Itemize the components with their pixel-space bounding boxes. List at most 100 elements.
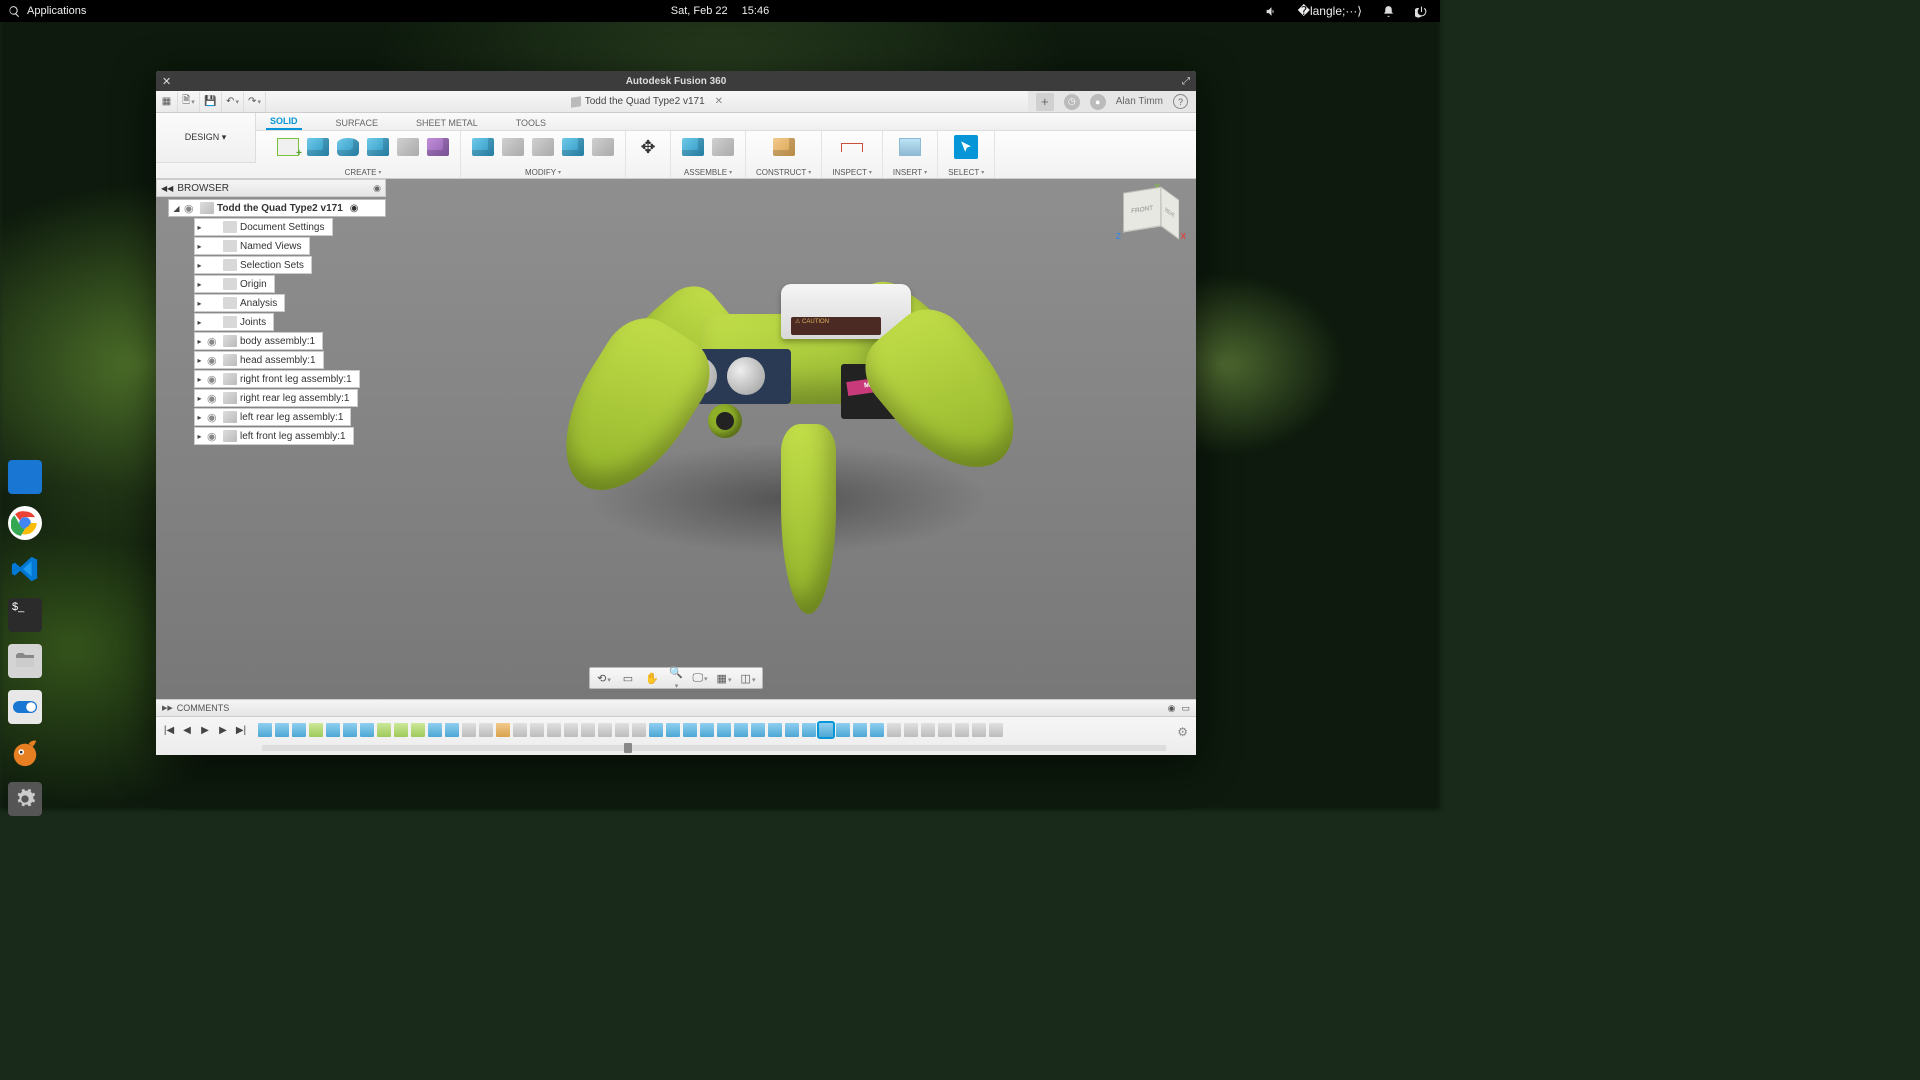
timeline-feature[interactable]	[326, 723, 340, 737]
window-titlebar[interactable]: ✕ Autodesk Fusion 360 ⤢	[156, 71, 1196, 91]
press-pull-button[interactable]	[471, 135, 495, 159]
timeline-feature[interactable]	[598, 723, 612, 737]
dock-terminal[interactable]: $_	[8, 598, 42, 632]
timeline-feature[interactable]	[972, 723, 986, 737]
browser-component[interactable]: ▸◉body assembly:1	[194, 332, 323, 350]
expand-icon[interactable]: ▸	[195, 242, 204, 251]
visibility-icon[interactable]: ◉	[207, 335, 220, 348]
timeline-feature[interactable]	[853, 723, 867, 737]
expand-icon[interactable]: ▸	[195, 356, 204, 365]
cylinder-tool-button[interactable]	[336, 135, 360, 159]
pan-button[interactable]: ✋	[644, 672, 660, 685]
combine-button[interactable]	[561, 135, 585, 159]
plane-button[interactable]	[772, 135, 796, 159]
redo-button[interactable]: ↷	[244, 92, 266, 112]
expand-icon[interactable]: ▸	[195, 432, 204, 441]
timeline-feature[interactable]	[751, 723, 765, 737]
visibility-icon[interactable]: ◉	[207, 373, 220, 386]
collapse-icon[interactable]: ◀◀	[161, 184, 173, 193]
create-sketch-button[interactable]	[276, 135, 300, 159]
ribbon-label-select[interactable]: SELECT	[948, 168, 984, 177]
notifications-icon[interactable]	[1382, 5, 1395, 18]
volume-icon[interactable]	[1265, 5, 1278, 18]
tab-close-button[interactable]: ✕	[715, 96, 723, 107]
browser-root[interactable]: ◢ ◉ Todd the Quad Type2 v171 ◉	[168, 199, 386, 217]
timeline-feature[interactable]	[309, 723, 323, 737]
measure-button[interactable]	[840, 135, 864, 159]
select-tool-button[interactable]	[954, 135, 978, 159]
ribbon-label-assemble[interactable]: ASSEMBLE	[684, 168, 732, 177]
expand-icon[interactable]: ▸	[195, 223, 204, 232]
power-icon[interactable]	[1415, 5, 1428, 18]
browser-component[interactable]: ▸◉left front leg assembly:1	[194, 427, 354, 445]
timeline-feature[interactable]	[394, 723, 408, 737]
joint-button[interactable]	[711, 135, 735, 159]
timeline-feature[interactable]	[547, 723, 561, 737]
box-tool-button[interactable]	[306, 135, 330, 159]
timeline-feature[interactable]	[632, 723, 646, 737]
timeline-start-button[interactable]: |◀	[162, 725, 176, 736]
dock-files[interactable]	[8, 644, 42, 678]
browser-component[interactable]: ▸◉head assembly:1	[194, 351, 324, 369]
timeline-play-button[interactable]: ▶	[198, 725, 212, 736]
extensions-icon[interactable]: ◷	[1064, 94, 1080, 110]
browser-header[interactable]: ◀◀ BROWSER ◉	[156, 179, 386, 197]
browser-component[interactable]: ▸◉right rear leg assembly:1	[194, 389, 358, 407]
new-tab-button[interactable]: +	[1036, 93, 1054, 111]
applications-menu[interactable]: Applications	[27, 5, 86, 17]
browser-folder[interactable]: ▸ Origin	[194, 275, 275, 293]
topbar-date[interactable]: Sat, Feb 22	[671, 5, 728, 17]
timeline-feature[interactable]	[683, 723, 697, 737]
undo-button[interactable]: ↶	[222, 92, 244, 112]
radio-icon[interactable]: ◉	[350, 203, 359, 214]
expand-icon[interactable]: ▸	[195, 375, 204, 384]
timeline-feature[interactable]	[785, 723, 799, 737]
help-button[interactable]: ?	[1173, 94, 1188, 109]
timeline-feature[interactable]	[921, 723, 935, 737]
viewport[interactable]: ◀◀ BROWSER ◉ ◢ ◉ Todd the Quad Type2 v17…	[156, 179, 1196, 699]
topbar-time[interactable]: 15:46	[742, 5, 770, 17]
timeline-feature[interactable]	[819, 723, 833, 737]
timeline-feature[interactable]	[938, 723, 952, 737]
browser-folder[interactable]: ▸ Document Settings	[194, 218, 333, 236]
timeline-feature[interactable]	[989, 723, 1003, 737]
timeline-feature[interactable]	[530, 723, 544, 737]
visibility-icon[interactable]: ◉	[207, 411, 220, 424]
dock-settings[interactable]	[8, 782, 42, 816]
timeline-feature[interactable]	[904, 723, 918, 737]
timeline-feature[interactable]	[462, 723, 476, 737]
move-tool-button[interactable]: ✥	[636, 135, 660, 159]
form-tool-button[interactable]	[426, 135, 450, 159]
ribbon-label-construct[interactable]: CONSTRUCT	[756, 168, 811, 177]
data-panel-button[interactable]: ▦	[156, 92, 178, 112]
window-maximize-button[interactable]: ⤢	[1176, 76, 1196, 87]
tab-sheet-metal[interactable]: SHEET METAL	[412, 115, 482, 130]
window-close-button[interactable]: ✕	[156, 75, 177, 88]
timeline-feature[interactable]	[700, 723, 714, 737]
extrude-tool-button[interactable]	[366, 135, 390, 159]
ribbon-label-create[interactable]: CREATE	[345, 168, 382, 177]
timeline-feature[interactable]	[564, 723, 578, 737]
job-status-icon[interactable]: ●	[1090, 94, 1106, 110]
timeline-feature[interactable]	[649, 723, 663, 737]
comments-bar[interactable]: ▶▶ COMMENTS ◉▭	[156, 699, 1196, 717]
expand-icon[interactable]: ◢	[172, 204, 181, 213]
keyboard-indicator[interactable]: �langle;···⟩	[1298, 4, 1362, 18]
browser-folder[interactable]: ▸ Joints	[194, 313, 274, 331]
timeline-feature[interactable]	[496, 723, 510, 737]
look-at-button[interactable]: ▭	[620, 672, 636, 685]
visibility-icon[interactable]: ◉	[207, 430, 220, 443]
dock-vscode[interactable]	[8, 552, 42, 586]
split-button[interactable]	[591, 135, 615, 159]
browser-settings-icon[interactable]: ◉	[373, 183, 381, 194]
timeline-feature[interactable]	[275, 723, 289, 737]
expand-icon[interactable]: ▸	[195, 394, 204, 403]
dock-tweaks[interactable]	[8, 690, 42, 724]
browser-component[interactable]: ▸◉right front leg assembly:1	[194, 370, 360, 388]
document-tab[interactable]: Todd the Quad Type2 v171 ✕	[563, 96, 731, 107]
browser-folder[interactable]: ▸ Analysis	[194, 294, 285, 312]
timeline-step-back-button[interactable]: ◀	[180, 725, 194, 736]
tab-solid[interactable]: SOLID	[266, 113, 302, 130]
ribbon-label-inspect[interactable]: INSPECT	[832, 168, 872, 177]
visibility-icon[interactable]: ◉	[207, 354, 220, 367]
